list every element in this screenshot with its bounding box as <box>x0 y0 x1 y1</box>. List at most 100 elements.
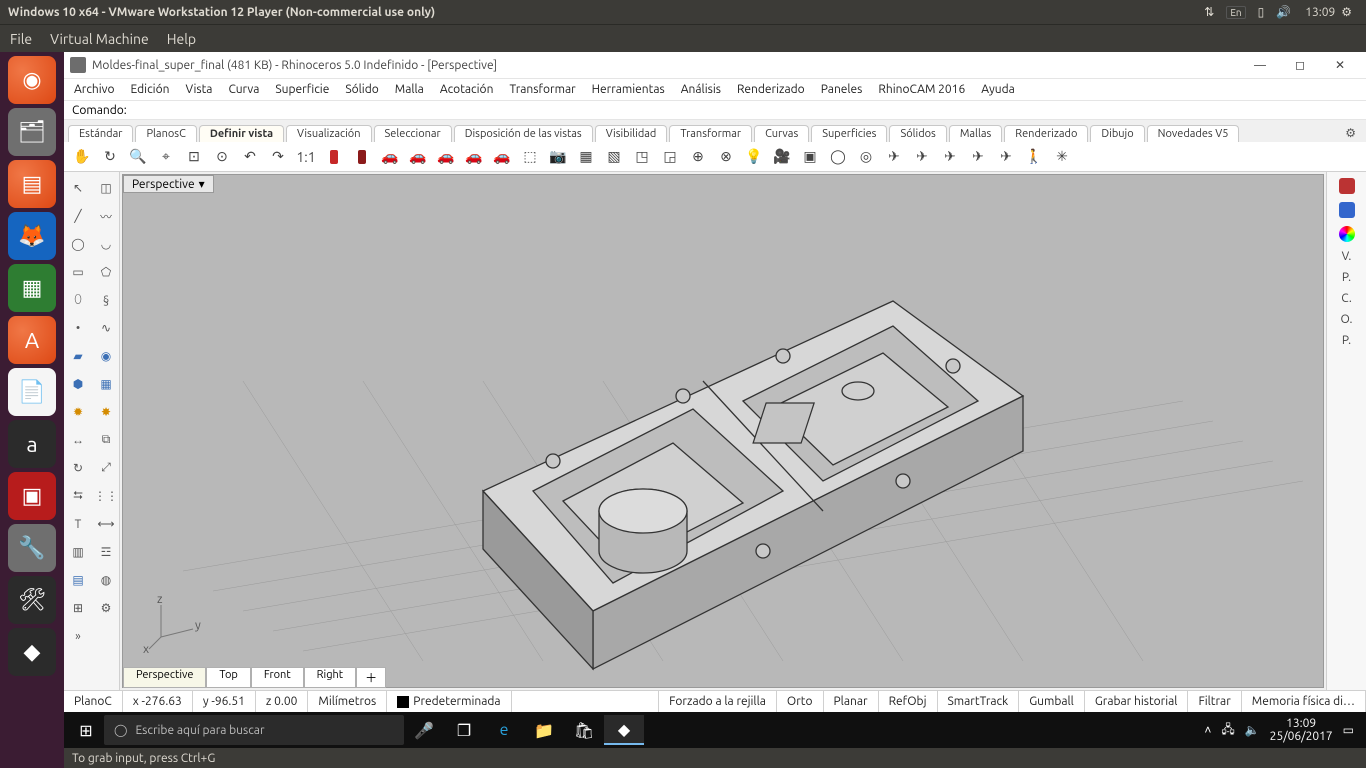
options-icon[interactable]: ⚙ <box>94 596 118 620</box>
camera-icon[interactable]: 📷 <box>546 145 570 169</box>
surface-icon[interactable]: ▰ <box>66 344 90 368</box>
panel-label[interactable]: C. <box>1341 292 1352 305</box>
launcher-impress[interactable]: ▤ <box>8 160 56 208</box>
rhino-tab[interactable]: Dibujo <box>1090 125 1144 142</box>
rhino-menu-item[interactable]: Ayuda <box>981 83 1015 96</box>
keyboard-layout-indicator[interactable]: En <box>1226 6 1245 19</box>
airplane-icon[interactable]: ✈ <box>938 145 962 169</box>
explode-icon[interactable]: ✸ <box>94 400 118 424</box>
launcher-calc[interactable]: ▦ <box>8 264 56 312</box>
status-gumball[interactable]: Gumball <box>1019 691 1085 712</box>
car-icon[interactable]: 🚗 <box>378 145 402 169</box>
rhino-tab[interactable]: Novedades V5 <box>1147 125 1240 142</box>
more-icon[interactable]: » <box>66 624 90 648</box>
rhino-menu-item[interactable]: Curva <box>228 83 259 96</box>
sun-icon[interactable]: ✳ <box>1050 145 1074 169</box>
rhino-tab[interactable]: Renderizado <box>1004 125 1088 142</box>
render-icon[interactable]: 🎥 <box>770 145 794 169</box>
panel-icon[interactable] <box>1339 226 1355 242</box>
panel-label[interactable]: P. <box>1342 271 1351 284</box>
text-icon[interactable]: T <box>66 512 90 536</box>
scale-icon[interactable]: ⤢ <box>94 456 118 480</box>
redo-view-icon[interactable]: ↷ <box>266 145 290 169</box>
rhino-menu-item[interactable]: Sólido <box>345 83 378 96</box>
panel-icon[interactable] <box>1339 178 1355 194</box>
explorer-icon[interactable]: 📁 <box>524 715 564 745</box>
viewport-tab[interactable]: Right <box>304 667 356 688</box>
solid-icon[interactable]: ◉ <box>94 344 118 368</box>
viewport-tab[interactable]: Perspective <box>123 667 206 688</box>
layers-icon[interactable]: ▤ <box>66 568 90 592</box>
curve-icon[interactable]: 〰 <box>94 204 118 228</box>
rhino-tab[interactable]: Mallas <box>949 125 1002 142</box>
menu-file[interactable]: File <box>10 31 32 47</box>
mesh-icon[interactable]: ▦ <box>94 372 118 396</box>
start-button[interactable]: ⊞ <box>68 721 104 740</box>
rhino-menu-item[interactable]: Acotación <box>440 83 494 96</box>
ellipse-icon[interactable]: ⬯ <box>66 288 90 312</box>
taskbar-search[interactable]: ◯ Escribe aquí para buscar <box>104 715 404 745</box>
mic-icon[interactable]: 🎤 <box>404 715 444 745</box>
move-icon[interactable]: ↔ <box>66 428 90 452</box>
rhino-menu-item[interactable]: Vista <box>185 83 212 96</box>
system-tray[interactable]: ˄ 🖧 🔈 13:09 25/06/2017 ▭ <box>1196 717 1362 743</box>
car-icon[interactable]: 🚗 <box>434 145 458 169</box>
status-ortho[interactable]: Orto <box>777 691 824 712</box>
launcher-vmware[interactable]: ▣ <box>8 472 56 520</box>
menu-help[interactable]: Help <box>167 31 196 47</box>
rhino-tab[interactable]: Superficies <box>811 125 887 142</box>
edge-icon[interactable]: e <box>484 715 524 745</box>
tray-network-icon[interactable]: 🖧 <box>1221 720 1234 741</box>
viewport-tab[interactable]: Top <box>206 667 250 688</box>
viewport-layout-icon[interactable]: ▧ <box>602 145 626 169</box>
rhino-menu-item[interactable]: Superficie <box>275 83 329 96</box>
solid-icon[interactable]: ⬢ <box>66 372 90 396</box>
sound-icon[interactable]: 🔊 <box>1276 5 1291 19</box>
zoom-1to1-icon[interactable]: 1:1 <box>294 145 318 169</box>
sphere-icon[interactable]: ◯ <box>826 145 850 169</box>
battery-icon[interactable]: ▯ <box>1258 5 1265 19</box>
tray-volume-icon[interactable]: 🔈 <box>1245 723 1260 737</box>
lasso-icon[interactable]: ◫ <box>94 176 118 200</box>
zoom-window-icon[interactable]: ⌖ <box>154 145 178 169</box>
perspective-icon[interactable]: ⬚ <box>518 145 542 169</box>
task-view-icon[interactable]: ❐ <box>444 715 484 745</box>
rhino-tab[interactable]: Transformar <box>669 125 752 142</box>
status-smarttrack[interactable]: SmartTrack <box>938 691 1020 712</box>
rhino-menu-item[interactable]: Herramientas <box>592 83 665 96</box>
curve-tools-icon[interactable]: ∿ <box>94 316 118 340</box>
render-icon[interactable]: ◍ <box>94 568 118 592</box>
launcher-settings[interactable]: 🔧 <box>8 524 56 572</box>
rhino-menu-item[interactable]: Edición <box>131 83 170 96</box>
explode-icon[interactable]: ✹ <box>66 400 90 424</box>
rhino-menu-item[interactable]: Archivo <box>74 83 115 96</box>
panel-icon[interactable] <box>1339 202 1355 218</box>
status-planar[interactable]: Planar <box>824 691 879 712</box>
launcher-firefox[interactable]: 🦊 <box>8 212 56 260</box>
launcher-inkscape[interactable]: ◆ <box>8 628 56 676</box>
walk-icon[interactable]: 🚶 <box>1022 145 1046 169</box>
rhino-taskbar-icon[interactable]: ◆ <box>604 715 644 745</box>
rhino-tab[interactable]: Sólidos <box>889 125 946 142</box>
tabstrip-gear-icon[interactable]: ⚙ <box>1339 124 1362 142</box>
viewport-tab[interactable]: Front <box>251 667 304 688</box>
viewport-add-tab[interactable]: ＋ <box>356 667 386 688</box>
status-units[interactable]: Milímetros <box>308 691 387 712</box>
host-clock[interactable]: 13:09 <box>1305 6 1335 19</box>
rhino-menu-item[interactable]: Paneles <box>821 83 863 96</box>
dimension-icon[interactable]: ⟷ <box>94 512 118 536</box>
rhino-tab[interactable]: Visualización <box>286 125 371 142</box>
cplane-icon[interactable]: ◲ <box>658 145 682 169</box>
status-plane[interactable]: PlanoC <box>64 691 123 712</box>
light-icon[interactable]: 💡 <box>742 145 766 169</box>
menu-virtual-machine[interactable]: Virtual Machine <box>50 31 149 47</box>
arc-icon[interactable]: ◡ <box>94 232 118 256</box>
rhino-tab[interactable]: Curvas <box>754 125 809 142</box>
hatch-icon[interactable]: ▥ <box>66 540 90 564</box>
array-icon[interactable]: ⋮⋮ <box>94 484 118 508</box>
panel-label[interactable]: V. <box>1342 250 1352 263</box>
store-icon[interactable]: 🛍 <box>564 715 604 745</box>
polygon-icon[interactable]: ⬠ <box>94 260 118 284</box>
rhino-menu-item[interactable]: RhinoCAM 2016 <box>878 83 965 96</box>
target-icon[interactable]: ⊕ <box>686 145 710 169</box>
